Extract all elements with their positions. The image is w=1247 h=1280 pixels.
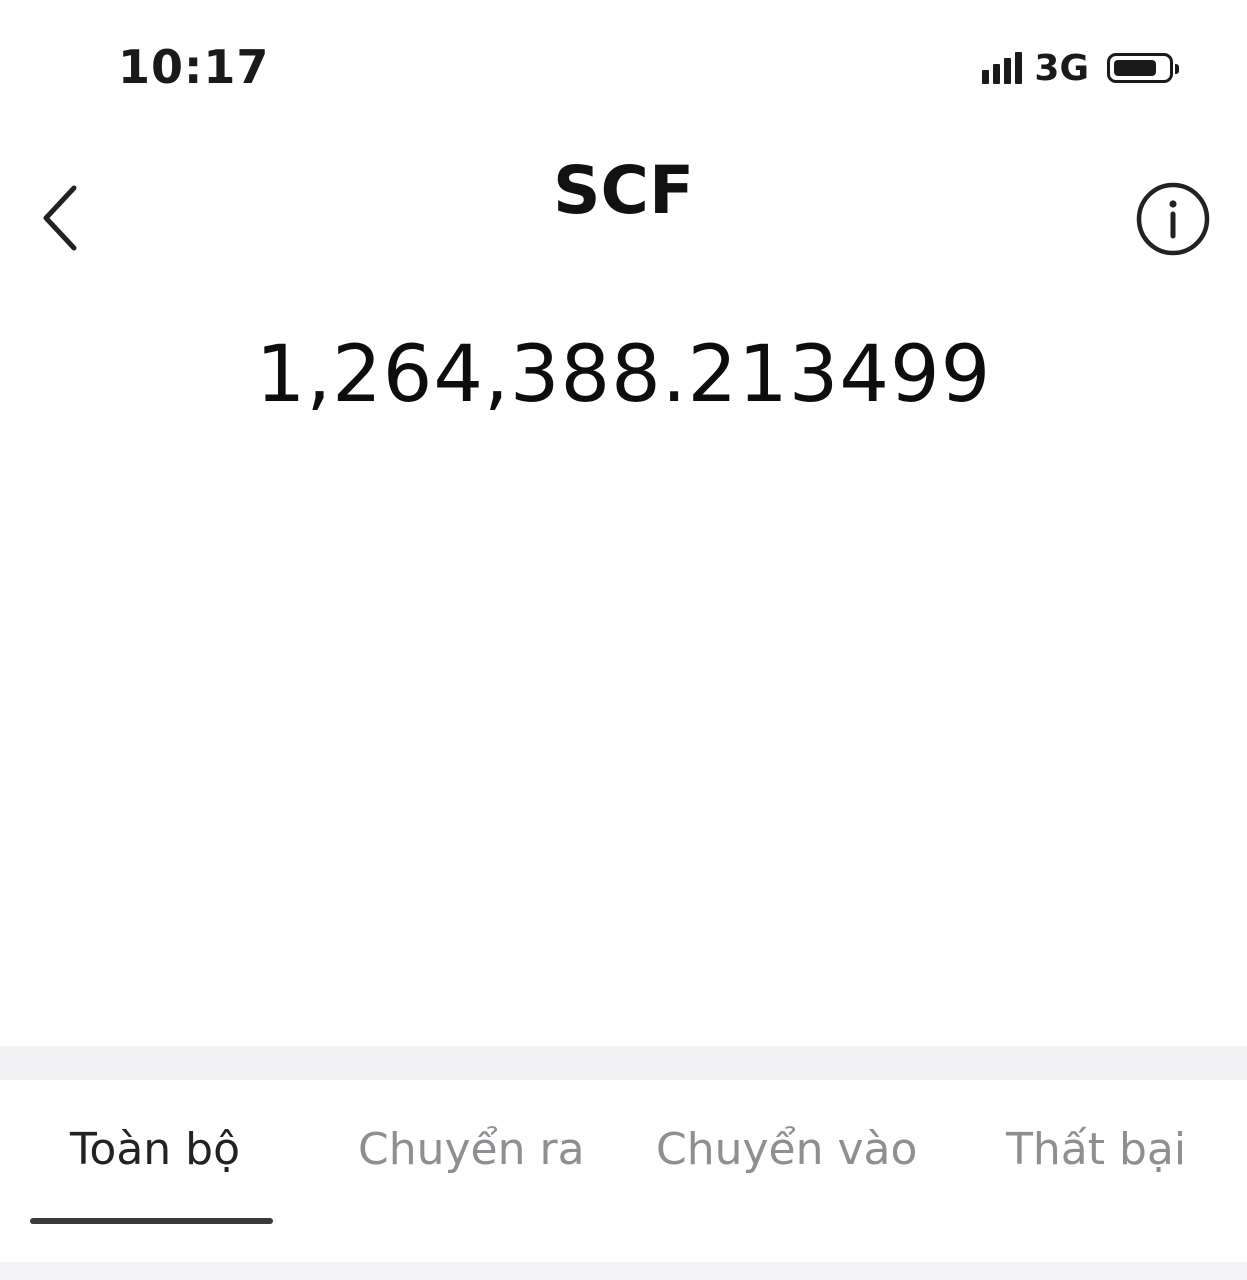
wallet-detail-screen: 10:17 3G SCF 1,264,388.213499 Toàn bộ Ch…	[0, 0, 1247, 1280]
transaction-tabs: Toàn bộ Chuyển ra Chuyển vào Thất bại	[0, 1080, 1247, 1240]
balance-amount: 1,264,388.213499	[255, 330, 992, 420]
tab-all[interactable]: Toàn bộ	[70, 1124, 240, 1175]
active-tab-indicator	[30, 1218, 273, 1224]
network-label: 3G	[1034, 47, 1089, 89]
signal-bars-icon	[982, 52, 1023, 84]
info-circle-icon	[1136, 182, 1210, 256]
battery-level	[1114, 60, 1156, 76]
section-divider	[0, 1046, 1247, 1080]
page-title: SCF	[552, 152, 695, 229]
info-button[interactable]	[1134, 180, 1212, 258]
tab-transfer-out[interactable]: Chuyển ra	[358, 1124, 585, 1175]
tab-transfer-in[interactable]: Chuyển vào	[656, 1124, 917, 1175]
tab-failed[interactable]: Thất bại	[1006, 1124, 1186, 1175]
status-time: 10:17	[118, 40, 270, 94]
battery-icon	[1107, 53, 1179, 83]
bottom-strip	[0, 1262, 1247, 1280]
status-bar: 10:17 3G	[0, 0, 1247, 130]
nav-header: SCF	[0, 130, 1247, 310]
status-indicators: 3G	[982, 46, 1179, 90]
